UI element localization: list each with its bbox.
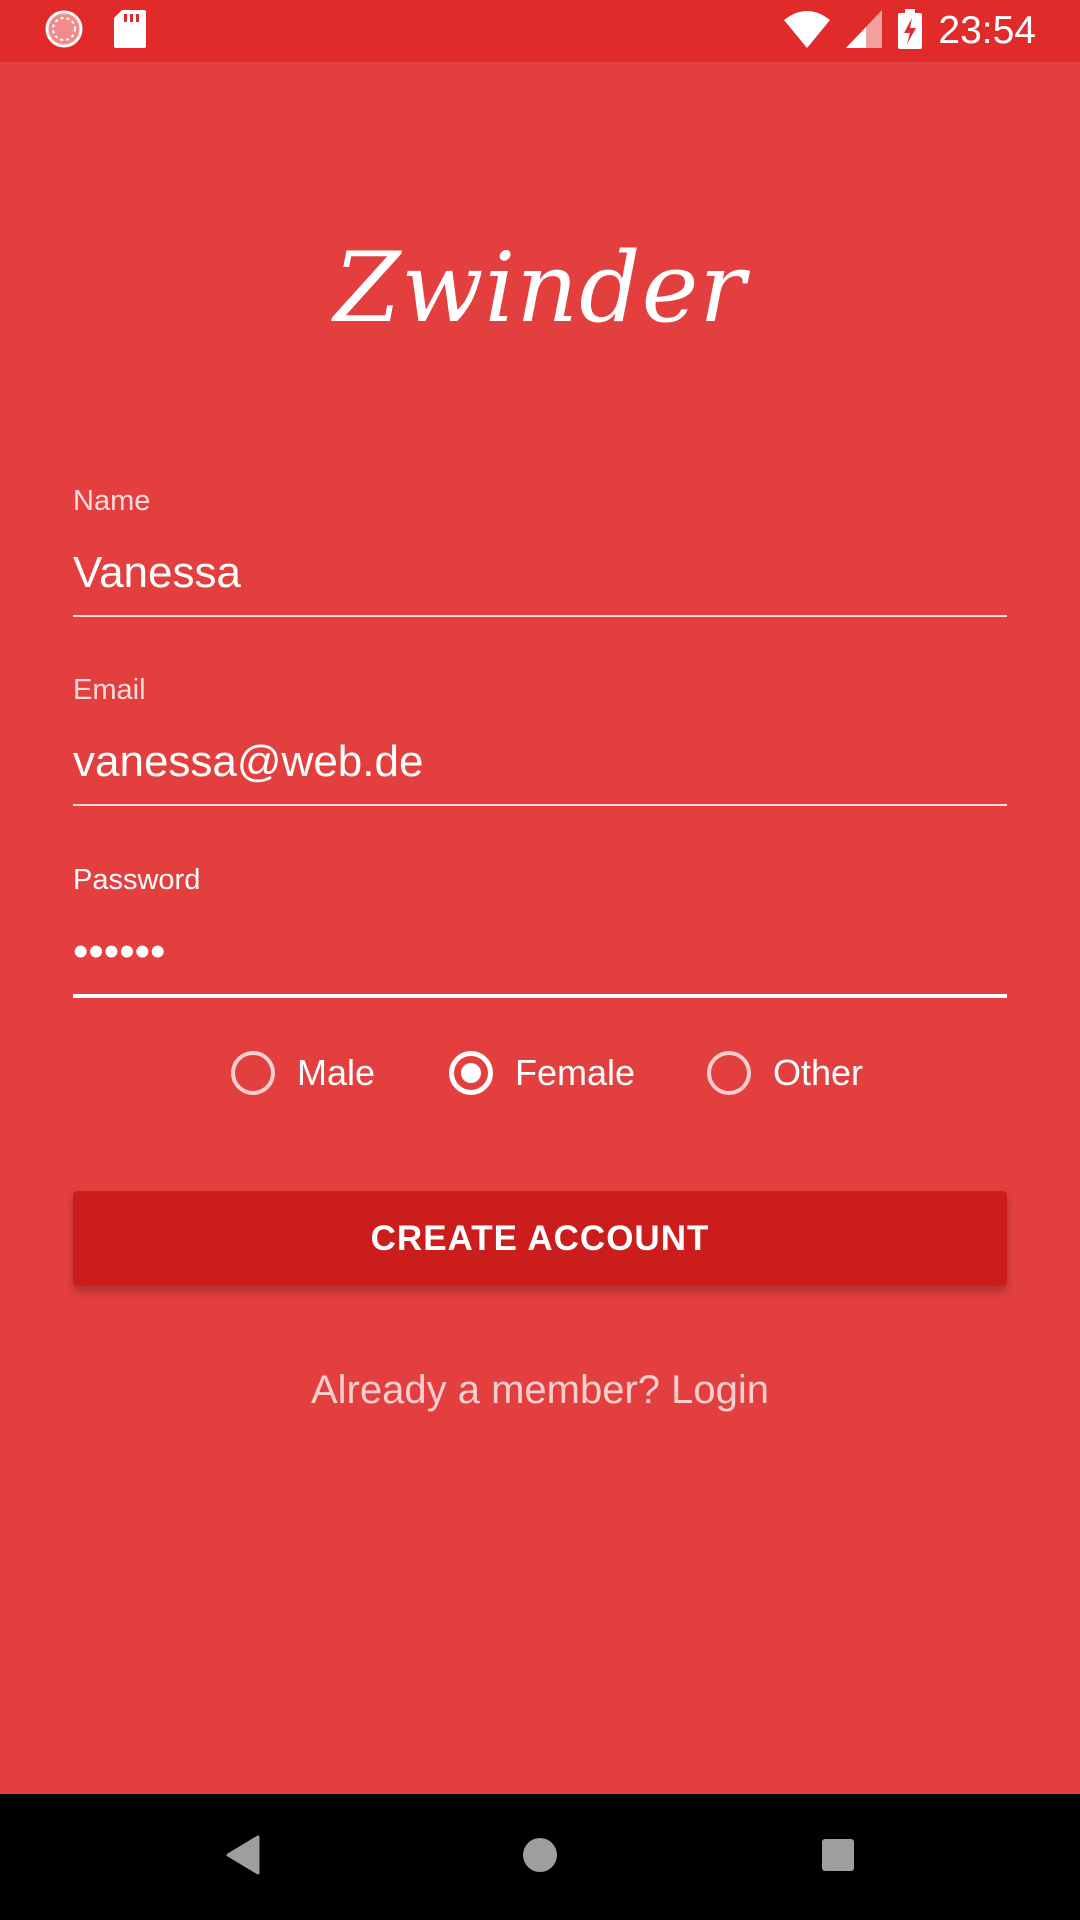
recents-button[interactable]: [803, 1822, 873, 1892]
app-screen: 23:54 Zwinder Name Vanessa Email vanessa…: [0, 0, 1080, 1920]
password-underline: [73, 994, 1007, 998]
email-input[interactable]: vanessa@web.de: [73, 732, 1007, 792]
loading-icon: [44, 9, 84, 54]
email-field[interactable]: Email vanessa@web.de: [73, 672, 1007, 806]
login-link[interactable]: Already a member? Login: [0, 1368, 1080, 1413]
radio-male-circle[interactable]: [231, 1051, 275, 1095]
app-logo: Zwinder: [333, 232, 747, 344]
radio-male[interactable]: Male: [231, 1043, 375, 1103]
status-time: 23:54: [938, 9, 1036, 52]
gender-radio-group: Male Female Other: [0, 1043, 1080, 1103]
wifi-icon: [784, 10, 831, 53]
radio-female-label: Female: [515, 1052, 636, 1093]
radio-male-label: Male: [297, 1052, 376, 1093]
radio-female[interactable]: Female: [449, 1043, 635, 1103]
name-label: Name: [73, 485, 151, 517]
cell-signal-icon: [846, 9, 883, 53]
name-input[interactable]: Vanessa: [73, 543, 1007, 603]
password-label: Password: [73, 864, 201, 896]
email-label: Email: [73, 674, 146, 706]
status-left: [44, 8, 146, 54]
back-icon: [224, 1835, 260, 1880]
radio-other[interactable]: Other: [707, 1043, 863, 1103]
password-field[interactable]: Password ••••••: [73, 862, 1007, 998]
status-bar: 23:54: [0, 0, 1080, 62]
recents-icon: [821, 1838, 855, 1877]
nav-bar: [0, 1794, 1080, 1920]
back-button[interactable]: [207, 1822, 277, 1892]
name-field[interactable]: Name Vanessa: [73, 483, 1007, 617]
radio-other-label: Other: [773, 1052, 864, 1093]
radio-other-circle[interactable]: [707, 1051, 751, 1095]
password-input[interactable]: ••••••: [73, 922, 1007, 982]
radio-female-circle[interactable]: [449, 1051, 493, 1095]
sd-card-icon: [114, 9, 146, 53]
battery-charging-icon: [898, 8, 923, 54]
home-icon: [522, 1837, 558, 1878]
email-underline: [73, 804, 1007, 806]
create-account-button[interactable]: CREATE ACCOUNT: [73, 1191, 1007, 1286]
home-button[interactable]: [505, 1822, 575, 1892]
name-underline: [73, 615, 1007, 617]
status-right: 23:54: [784, 8, 1036, 54]
